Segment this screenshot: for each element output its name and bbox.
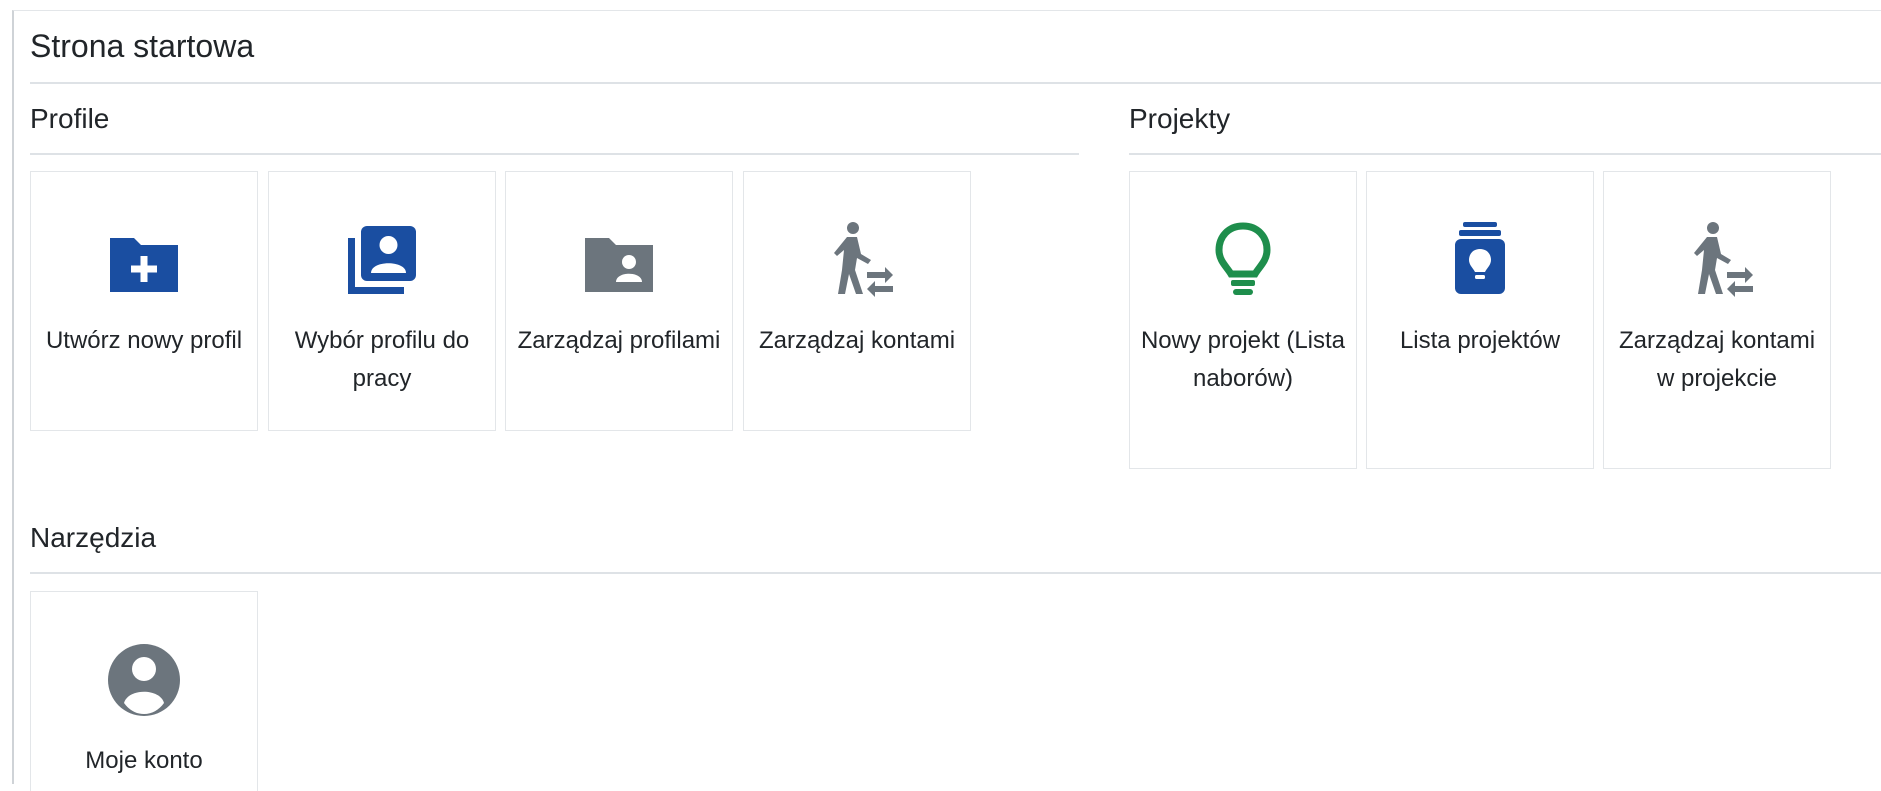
- tile-label: Wybór profilu do pracy: [294, 327, 470, 392]
- tile-label: Nowy projekt (Lista naborów): [1140, 327, 1346, 392]
- lightbulb-stack-icon: [1440, 220, 1520, 300]
- profile-stack-icon: [342, 220, 422, 300]
- walking-person-swap-icon: [1677, 220, 1757, 300]
- tile-manage-project-accounts[interactable]: Zarządzaj kontami w projekcie: [1603, 171, 1831, 469]
- tile-select-profile[interactable]: Wybór profilu do pracy: [268, 171, 496, 431]
- tile-project-list[interactable]: Lista projektów: [1366, 171, 1594, 469]
- section-divider-narzedzia: [30, 572, 1881, 574]
- page-title: Strona startowa: [30, 28, 255, 64]
- tile-label: Utwórz nowy profil: [45, 327, 243, 354]
- user-circle-icon: [104, 640, 184, 720]
- tile-create-profile[interactable]: Utwórz nowy profil: [30, 171, 258, 431]
- section-title-narzedzia: Narzędzia: [30, 522, 157, 553]
- tile-label: Moje konto: [85, 747, 203, 774]
- folder-plus-icon: [104, 220, 184, 300]
- tile-manage-profiles[interactable]: Zarządzaj profilami: [505, 171, 733, 431]
- tile-label: Zarządzaj kontami: [758, 327, 956, 354]
- tile-label: Lista projektów: [1399, 327, 1561, 354]
- page-title-divider: [30, 82, 1881, 84]
- folder-user-icon: [579, 220, 659, 300]
- section-title-projekty: Projekty: [1129, 103, 1231, 134]
- tile-my-account[interactable]: Moje konto: [30, 591, 258, 791]
- lightbulb-icon: [1203, 220, 1283, 300]
- section-title-profile: Profile: [30, 103, 110, 134]
- tile-label: Zarządzaj profilami: [517, 327, 721, 354]
- tile-label: Zarządzaj kontami w projekcie: [1618, 327, 1816, 392]
- section-divider-projekty: [1129, 153, 1881, 155]
- walking-person-swap-icon: [817, 220, 897, 300]
- tile-new-project[interactable]: Nowy projekt (Lista naborów): [1129, 171, 1357, 469]
- section-divider-profile: [30, 153, 1079, 155]
- tile-manage-accounts[interactable]: Zarządzaj kontami: [743, 171, 971, 431]
